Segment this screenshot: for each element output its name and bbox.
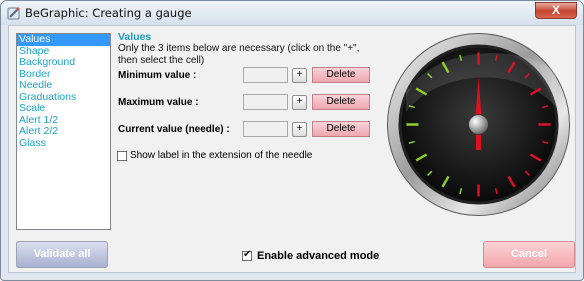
window-title: BeGraphic: Creating a gauge <box>25 6 192 20</box>
minimum-value-label: Minimum value : <box>118 70 197 81</box>
cancel-button[interactable]: Cancel <box>483 241 575 268</box>
show-label-checkbox[interactable] <box>117 151 127 161</box>
current-delete-button[interactable]: Delete <box>312 121 370 137</box>
sidebar-item-scale[interactable]: Scale <box>17 102 110 115</box>
section-list[interactable]: Values Shape Background Border Needle Graduat… <box>16 33 111 230</box>
sidebar-item-glass[interactable]: Glass <box>17 137 110 150</box>
current-value-label: Current value (needle) : <box>118 124 230 135</box>
sidebar-item-values[interactable]: Values <box>17 33 110 46</box>
maximum-delete-button[interactable]: Delete <box>312 94 370 110</box>
maximum-value-input[interactable] <box>243 94 288 110</box>
gauge-preview <box>386 32 571 217</box>
sidebar-item-alert-2-2[interactable]: Alert 2/2 <box>17 125 110 138</box>
validate-all-button[interactable]: Validate all <box>16 241 108 268</box>
current-value-input[interactable] <box>243 121 288 137</box>
minimum-delete-button[interactable]: Delete <box>312 67 370 83</box>
dialog-client-area: Values Shape Background Border Needle Graduat… <box>8 25 576 273</box>
gauge-hub <box>468 114 489 135</box>
show-label-text: Show label in the extension of the needl… <box>130 150 313 161</box>
advanced-mode-checkbox[interactable] <box>242 249 252 261</box>
close-button[interactable]: X <box>535 2 577 19</box>
dialog-window: BeGraphic: Creating a gauge X Values Shap… <box>0 0 584 281</box>
advanced-mode-label: Enable advanced mode <box>257 250 380 262</box>
instructions-text: Only the 3 items below are necessary (cl… <box>118 43 360 66</box>
title-bar[interactable]: BeGraphic: Creating a gauge X <box>1 1 583 25</box>
sidebar-item-needle[interactable]: Needle <box>17 79 110 92</box>
sidebar-item-background[interactable]: Background <box>17 56 110 69</box>
section-title: Values <box>118 31 152 43</box>
app-icon <box>7 6 21 20</box>
minimum-add-button[interactable]: + <box>292 68 307 83</box>
maximum-value-label: Maximum value : <box>118 97 199 108</box>
maximum-add-button[interactable]: + <box>292 95 307 110</box>
minimum-value-input[interactable] <box>243 67 288 83</box>
current-add-button[interactable]: + <box>292 122 307 137</box>
